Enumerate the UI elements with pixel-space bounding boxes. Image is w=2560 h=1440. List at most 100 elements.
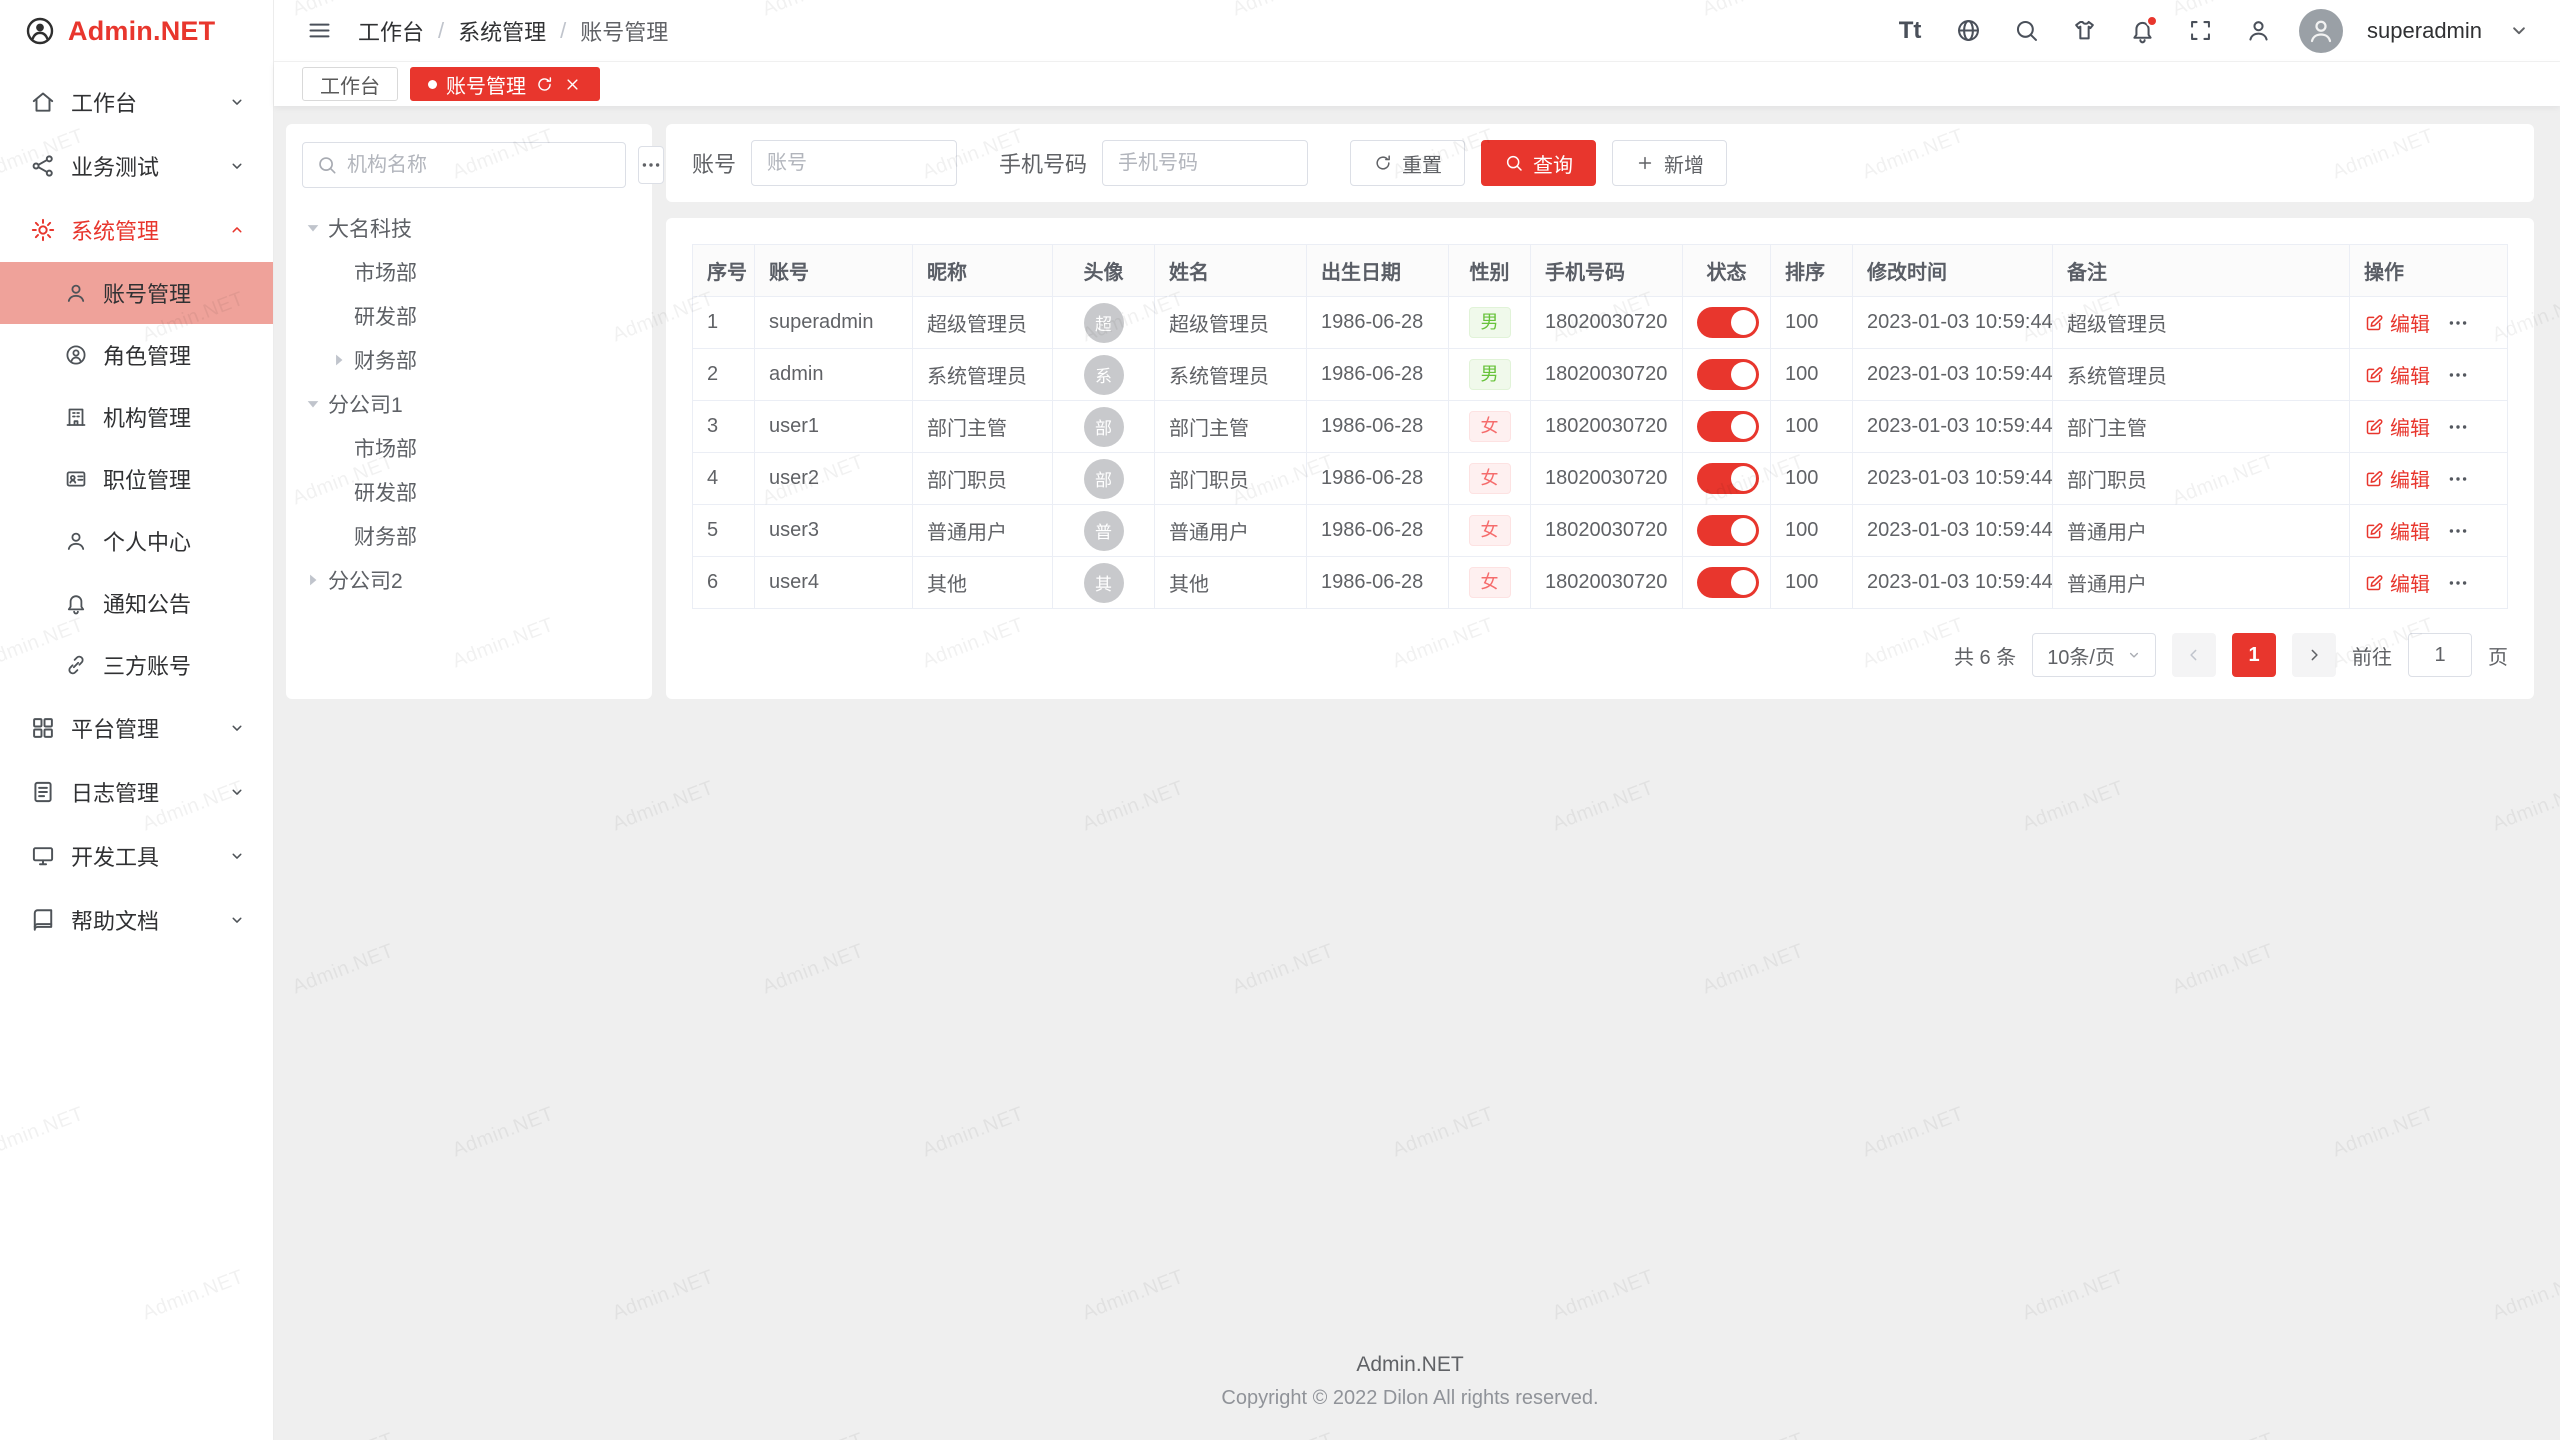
table-row: 4user2部门职员部部门职员1986-06-28女18020030720100…: [693, 453, 2508, 505]
row-more-button[interactable]: [2446, 415, 2470, 439]
page-size-select[interactable]: 10条/页: [2032, 633, 2156, 677]
tree-node[interactable]: 市场部: [302, 426, 636, 470]
sidebar-item-platform-manage[interactable]: 平台管理: [0, 696, 273, 760]
sidebar-item-third-account[interactable]: 三方账号: [0, 634, 273, 696]
topbar: 工作台 / 系统管理 / 账号管理 Tt superadmin: [274, 0, 2560, 62]
sidebar-item-position-manage[interactable]: 职位管理: [0, 448, 273, 510]
sidebar-item-business-test[interactable]: 业务测试: [0, 134, 273, 198]
tree-node[interactable]: 市场部: [302, 250, 636, 294]
avatar[interactable]: [2299, 9, 2343, 53]
bell-icon: [64, 591, 88, 615]
gender-badge: 女: [1469, 411, 1511, 443]
sidebar-item-log-manage[interactable]: 日志管理: [0, 760, 273, 824]
edit-icon: [2364, 365, 2384, 385]
reset-button[interactable]: 重置: [1350, 140, 1465, 186]
tree-node[interactable]: 分公司1: [302, 382, 636, 426]
search-button[interactable]: 查询: [1481, 140, 1596, 186]
column-header: 排序: [1771, 245, 1853, 297]
breadcrumb-item-workbench[interactable]: 工作台: [358, 15, 424, 47]
sidebar-item-system-manage[interactable]: 系统管理: [0, 198, 273, 262]
edit-button[interactable]: 编辑: [2364, 516, 2430, 545]
user-menu-chevron-icon[interactable]: [2506, 18, 2532, 44]
edit-button[interactable]: 编辑: [2364, 360, 2430, 389]
column-header: 修改时间: [1853, 245, 2053, 297]
tree-node[interactable]: 财务部: [302, 514, 636, 558]
account-filter-input[interactable]: [751, 140, 957, 186]
font-size-icon[interactable]: Tt: [1893, 14, 1927, 48]
sidebar-item-dev-tools[interactable]: 开发工具: [0, 824, 273, 888]
breadcrumb-item-system[interactable]: 系统管理: [458, 15, 546, 47]
phone-filter-input[interactable]: [1102, 140, 1308, 186]
account-filter: 账号: [692, 140, 957, 186]
row-more-button[interactable]: [2446, 519, 2470, 543]
row-more-button[interactable]: [2446, 311, 2470, 335]
row-more-button[interactable]: [2446, 467, 2470, 491]
sidebar: Admin.NET 工作台业务测试系统管理账号管理角色管理机构管理职位管理个人中…: [0, 0, 274, 1440]
column-header: 姓名: [1155, 245, 1307, 297]
sidebar-item-role-manage[interactable]: 角色管理: [0, 324, 273, 386]
language-icon[interactable]: [1951, 14, 1985, 48]
tree-more-button[interactable]: [638, 146, 664, 184]
edit-button[interactable]: 编辑: [2364, 412, 2430, 441]
tree-node[interactable]: 研发部: [302, 470, 636, 514]
edit-button[interactable]: 编辑: [2364, 464, 2430, 493]
idcard-icon: [64, 467, 88, 491]
sidebar-item-notice-manage[interactable]: 通知公告: [0, 572, 273, 634]
tree-node[interactable]: 分公司2: [302, 558, 636, 602]
row-more-button[interactable]: [2446, 571, 2470, 595]
chevron-down-icon: [227, 718, 247, 738]
chevron-down-icon: [227, 92, 247, 112]
tree-node[interactable]: 财务部: [302, 338, 636, 382]
profile-icon[interactable]: [2241, 14, 2275, 48]
tabs-bar: 工作台账号管理: [274, 62, 2560, 106]
collapse-menu-icon[interactable]: [302, 14, 336, 48]
goto-page-input[interactable]: [2408, 633, 2472, 677]
fullscreen-icon[interactable]: [2183, 14, 2217, 48]
chevron-down-icon: [227, 782, 247, 802]
page-number-button[interactable]: 1: [2232, 633, 2276, 677]
account-filter-label: 账号: [692, 147, 736, 179]
tree-node[interactable]: 研发部: [302, 294, 636, 338]
notification-icon[interactable]: [2125, 14, 2159, 48]
sidebar-item-account-manage[interactable]: 账号管理: [0, 262, 273, 324]
search-icon: [316, 154, 338, 176]
row-more-button[interactable]: [2446, 363, 2470, 387]
gear-icon: [30, 217, 56, 243]
table-row: 6user4其他其其他1986-06-28女180200307201002023…: [693, 557, 2508, 609]
tree-node[interactable]: 大名科技: [302, 206, 636, 250]
table-row: 5user3普通用户普普通用户1986-06-28女18020030720100…: [693, 505, 2508, 557]
status-toggle[interactable]: [1697, 307, 1759, 338]
user-icon: [64, 281, 88, 305]
next-page-button[interactable]: [2292, 633, 2336, 677]
edit-icon: [2364, 521, 2384, 541]
add-button[interactable]: 新增: [1612, 140, 1727, 186]
status-toggle[interactable]: [1697, 359, 1759, 390]
tab-account-manage[interactable]: 账号管理: [410, 67, 600, 101]
status-toggle[interactable]: [1697, 515, 1759, 546]
caret-down-icon: [302, 393, 324, 415]
content: 大名科技市场部研发部财务部分公司1市场部研发部财务部分公司2 账号 手机号码: [274, 106, 2560, 1440]
app-logo[interactable]: Admin.NET: [0, 0, 273, 62]
prev-page-button[interactable]: [2172, 633, 2216, 677]
org-search-input[interactable]: [347, 154, 612, 177]
sidebar-item-help-docs[interactable]: 帮助文档: [0, 888, 273, 952]
status-toggle[interactable]: [1697, 463, 1759, 494]
edit-button[interactable]: 编辑: [2364, 568, 2430, 597]
table-row: 2admin系统管理员系系统管理员1986-06-28男180200307201…: [693, 349, 2508, 401]
edit-button[interactable]: 编辑: [2364, 308, 2430, 337]
refresh-icon: [1373, 153, 1393, 173]
table-row: 1superadmin超级管理员超超级管理员1986-06-28男1802003…: [693, 297, 2508, 349]
search-icon[interactable]: [2009, 14, 2043, 48]
status-toggle[interactable]: [1697, 567, 1759, 598]
username[interactable]: superadmin: [2367, 18, 2482, 44]
status-toggle[interactable]: [1697, 411, 1759, 442]
tab-workbench[interactable]: 工作台: [302, 67, 398, 101]
right-column: 账号 手机号码 重置 查询: [666, 124, 2534, 699]
org-tree-panel: 大名科技市场部研发部财务部分公司1市场部研发部财务部分公司2: [286, 124, 652, 699]
sidebar-item-workbench[interactable]: 工作台: [0, 70, 273, 134]
row-avatar: 超: [1084, 303, 1124, 343]
monitor-icon: [30, 843, 56, 869]
sidebar-item-personal-center[interactable]: 个人中心: [0, 510, 273, 572]
theme-icon[interactable]: [2067, 14, 2101, 48]
sidebar-item-org-manage[interactable]: 机构管理: [0, 386, 273, 448]
